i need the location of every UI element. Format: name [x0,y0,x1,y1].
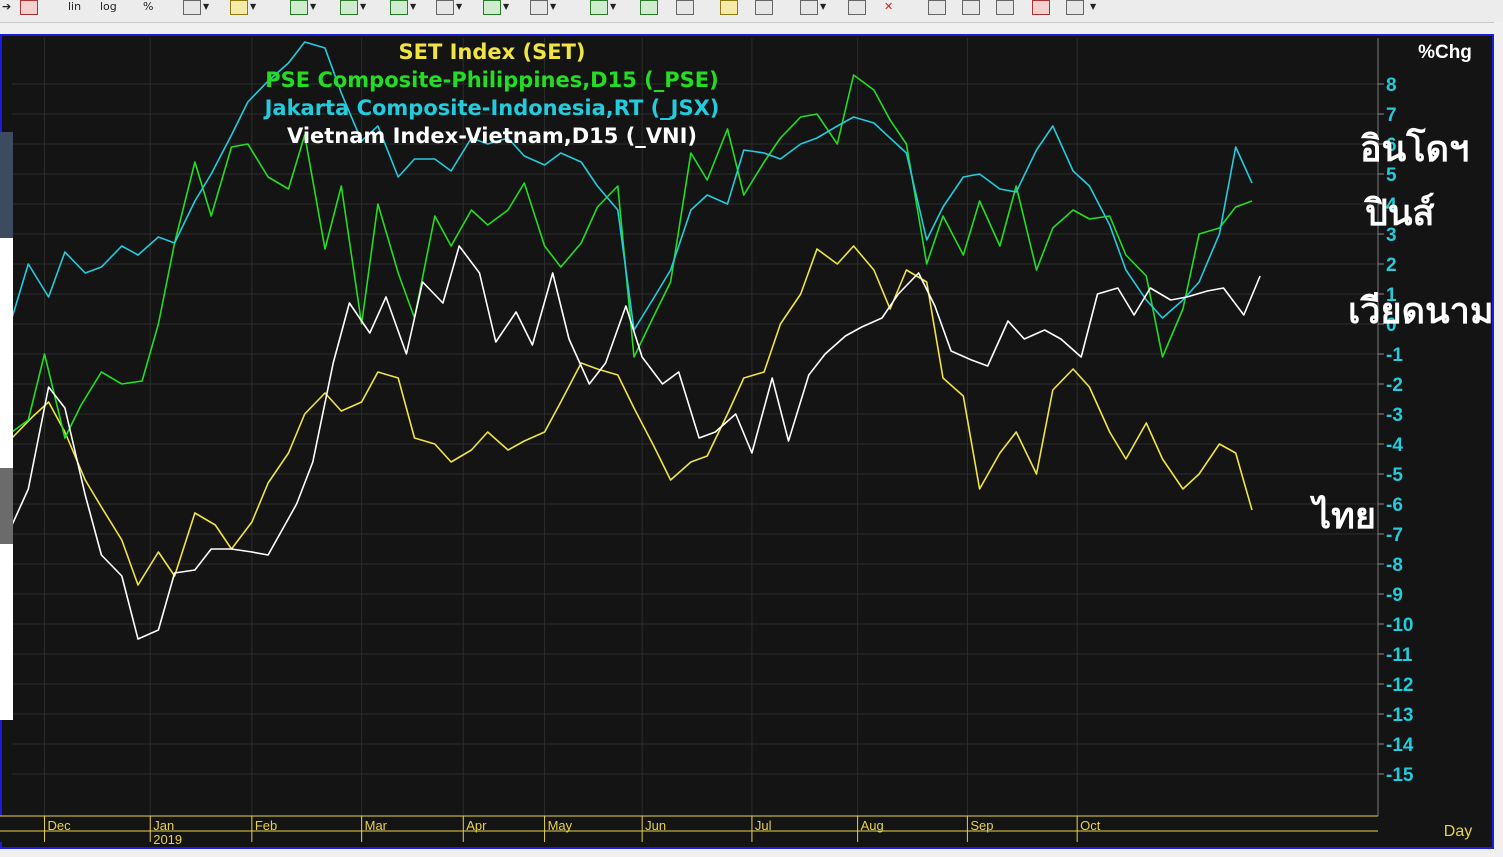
bar-chart-icon[interactable] [590,0,608,15]
panel-section [0,468,13,544]
notes-icon[interactable] [800,0,818,15]
grid-icon[interactable] [720,0,738,15]
y-tick-label: -14 [1386,735,1414,756]
y-tick-label: -11 [1386,645,1413,666]
toolbar-arrow-icon[interactable]: ➔ [2,0,11,14]
x-tick-label: Apr [466,818,487,833]
chevron-down-icon[interactable]: ▼ [456,2,462,11]
y-tick-label: -12 [1386,675,1413,696]
draw-icon[interactable] [848,0,866,15]
x-tick-label: Sep [970,818,993,833]
y-tick-label: -8 [1386,555,1403,576]
percent-button[interactable]: % [143,0,153,14]
side-panel[interactable] [0,132,13,720]
bar-chart-icon[interactable] [340,0,358,15]
y-tick-label: 8 [1386,75,1397,96]
line-style-icon[interactable] [230,0,248,15]
close-chart-icon[interactable] [640,0,658,15]
x-tick-label: May [548,818,573,833]
y-tick-label: -6 [1386,495,1403,516]
chevron-down-icon[interactable]: ▼ [1090,2,1096,11]
zoom-out-icon[interactable] [962,0,980,15]
chart-canvas[interactable]: %Chg876543210-1-2-3-4-5-6-7-8-9-10-11-12… [0,34,1494,849]
legend: SET Index (SET) PSE Composite-Philippines… [263,40,720,148]
y-tick-label: -3 [1386,405,1403,426]
lock-icon[interactable] [1066,0,1084,15]
legend-entry: PSE Composite-Philippines,D15 (_PSE) [265,68,718,92]
cart-icon[interactable] [20,0,38,15]
x-tick-label: Jun [645,818,666,833]
chevron-down-icon[interactable]: ▼ [550,2,556,11]
bar-chart-icon[interactable] [290,0,308,15]
legend-entry: Vietnam Index-Vietnam,D15 (_VNI) [287,124,697,148]
series-line-vni [11,245,1261,640]
y-tick-label: -4 [1386,435,1403,456]
chevron-down-icon[interactable]: ▼ [503,2,509,11]
panel-section [0,132,13,238]
legend-entry: Jakarta Composite-Indonesia,RT (_JSX) [263,96,720,120]
annotation-label: อินโดฯ [1360,127,1469,170]
annotation-label: เวียดนาม [1348,291,1494,332]
x-axis-label: Day [1444,823,1472,840]
y-tick-label: -2 [1386,375,1403,396]
window-icon[interactable] [436,0,454,15]
y-tick-label: -15 [1386,765,1414,786]
y-tick-label: -7 [1386,525,1403,546]
lin-button[interactable]: lin [68,0,81,14]
x-tick-label: Oct [1080,818,1101,833]
x-tick-label: Jan [153,818,174,833]
y-tick-label: -5 [1386,465,1403,486]
y-tick-label: -10 [1386,615,1413,636]
x-axis: Dec Jan Feb Mar Apr May Jun Jul Aug Sep Oct 2019 Day [0,815,1472,847]
window-edge [1494,22,1503,857]
chevron-down-icon[interactable]: ▼ [820,2,826,11]
window-edge [0,849,1503,857]
chevron-down-icon[interactable]: ▼ [310,2,316,11]
x-tick-label: Mar [365,818,388,833]
x-year-label: 2019 [153,832,182,847]
window-icon[interactable] [483,0,501,15]
refresh-icon[interactable] [1032,0,1050,15]
toolbar: ➔ lin log % ▼ ▼ ▼ ▼ ▼ ▼ ▼ ▼ ▼ ▼ ✕ ▼ [0,0,1503,23]
x-axis-band [0,816,1378,842]
x-tick-label: Aug [861,818,884,833]
y-tick-label: -1 [1386,345,1403,366]
add-chart-icon[interactable] [183,0,201,15]
chevron-down-icon[interactable]: ▼ [203,2,209,11]
chevron-down-icon[interactable]: ▼ [250,2,256,11]
x-tick-label: Jul [755,818,772,833]
annotation-label: ปินส์ [1363,192,1434,234]
disabled-icon [676,0,694,15]
y-tick-label: -9 [1386,585,1403,606]
bar-chart-icon[interactable] [390,0,408,15]
zoom-in-icon[interactable] [928,0,946,15]
x-tick-label: Feb [255,818,277,833]
y-tick-label: -13 [1386,705,1413,726]
chevron-down-icon[interactable]: ▼ [610,2,616,11]
delete-icon[interactable]: ✕ [884,0,893,14]
chevron-down-icon[interactable]: ▼ [360,2,366,11]
table-icon[interactable] [755,0,773,15]
y-axis-label: %Chg [1418,42,1472,63]
chevron-down-icon[interactable]: ▼ [410,2,416,11]
y-tick-label: 7 [1386,105,1397,126]
x-tick-label: Dec [48,818,72,833]
log-button[interactable]: log [100,0,117,14]
y-tick-label: 2 [1386,255,1397,276]
compare-icon[interactable] [530,0,548,15]
fit-icon[interactable] [996,0,1014,15]
legend-entry: SET Index (SET) [399,40,586,64]
annotation-label: ไทย [1309,494,1376,537]
